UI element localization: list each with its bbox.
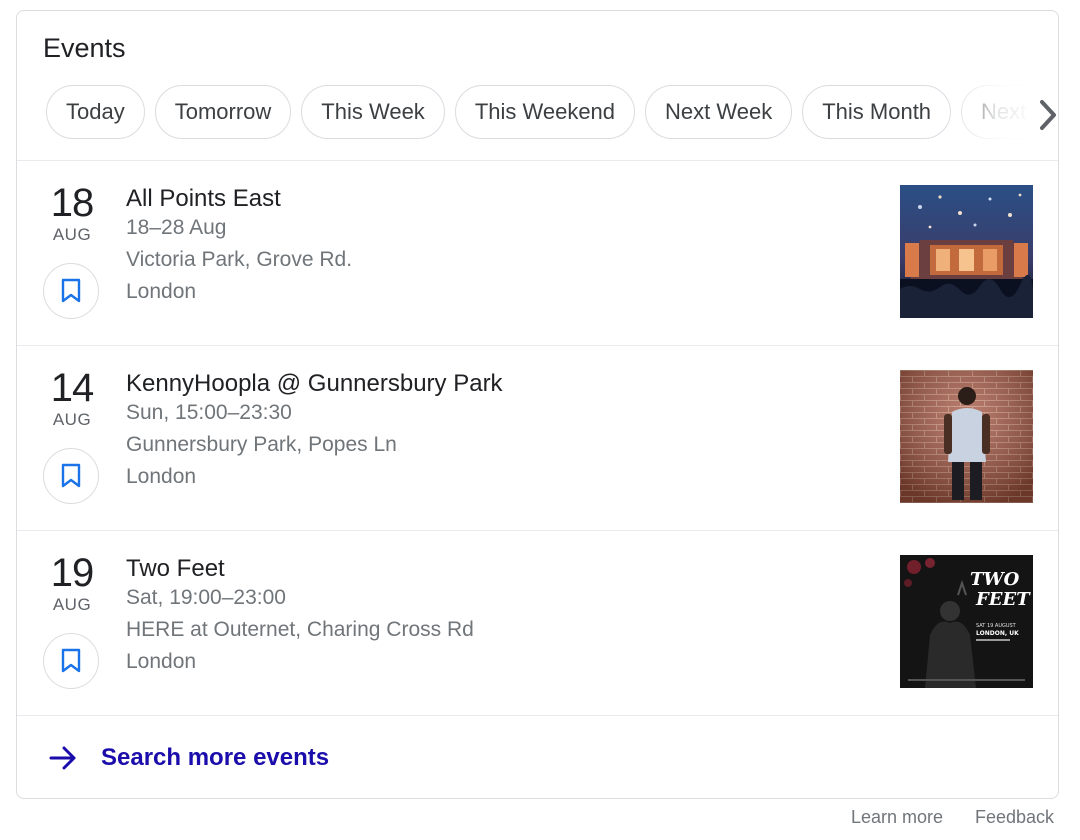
bookmark-button[interactable] (43, 633, 99, 689)
event-venue: Victoria Park, Grove Rd. (126, 248, 352, 272)
chip-this-weekend[interactable]: This Weekend (455, 85, 635, 139)
chip-next-week[interactable]: Next Week (645, 85, 792, 139)
card-title: Events (43, 33, 126, 64)
event-month: AUG (49, 225, 95, 245)
poster-detail-line2: LONDON, UK (976, 630, 1019, 637)
event-time: Sat, 19:00–23:00 (126, 586, 286, 610)
event-day: 18 (49, 183, 95, 223)
bookmark-button[interactable] (43, 263, 99, 319)
events-card: Events Today Tomorrow This Week This Wee… (16, 10, 1059, 799)
chip-tomorrow[interactable]: Tomorrow (155, 85, 292, 139)
event-venue: HERE at Outernet, Charing Cross Rd (126, 618, 474, 642)
event-day: 14 (49, 368, 95, 408)
event-image[interactable] (900, 370, 1033, 503)
poster-title-line2: FEET (975, 589, 1031, 610)
search-more-events-link[interactable]: Search more events (17, 716, 1059, 799)
learn-more-link[interactable]: Learn more (851, 807, 943, 828)
event-image[interactable] (900, 185, 1033, 318)
event-image[interactable]: TWO FEET SAT 19 AUGUST LONDON, UK (900, 555, 1033, 688)
event-city: London (126, 465, 196, 489)
bookmark-icon (60, 278, 82, 304)
event-day: 19 (49, 553, 95, 593)
chip-this-month[interactable]: This Month (802, 85, 951, 139)
chevron-right-icon[interactable] (1030, 95, 1059, 135)
poster-title-line1: TWO (970, 569, 1020, 590)
chip-this-week[interactable]: This Week (301, 85, 445, 139)
poster-detail-line1: SAT 19 AUGUST (976, 623, 1017, 629)
event-city: London (126, 280, 196, 304)
event-time: 18–28 Aug (126, 216, 226, 240)
event-row[interactable]: 18 AUG All Points East 18–28 Aug Victori… (17, 161, 1059, 345)
bookmark-button[interactable] (43, 448, 99, 504)
event-time: Sun, 15:00–23:30 (126, 401, 292, 425)
event-city: London (126, 650, 196, 674)
event-venue: Gunnersbury Park, Popes Ln (126, 433, 397, 457)
bookmark-icon (60, 648, 82, 674)
event-row[interactable]: 14 AUG KennyHoopla @ Gunnersbury Park Su… (17, 346, 1059, 530)
search-more-events-label: Search more events (101, 744, 329, 772)
event-title[interactable]: Two Feet (126, 555, 225, 583)
arrow-right-icon (47, 742, 79, 774)
feedback-link[interactable]: Feedback (975, 807, 1054, 828)
event-title[interactable]: All Points East (126, 185, 281, 213)
event-row[interactable]: 19 AUG Two Feet Sat, 19:00–23:00 HERE at… (17, 531, 1059, 715)
event-month: AUG (49, 595, 95, 615)
date-filter-chips: Today Tomorrow This Week This Weekend Ne… (46, 85, 1056, 141)
event-month: AUG (49, 410, 95, 430)
event-title[interactable]: KennyHoopla @ Gunnersbury Park (126, 370, 503, 398)
chip-today[interactable]: Today (46, 85, 145, 139)
bookmark-icon (60, 463, 82, 489)
